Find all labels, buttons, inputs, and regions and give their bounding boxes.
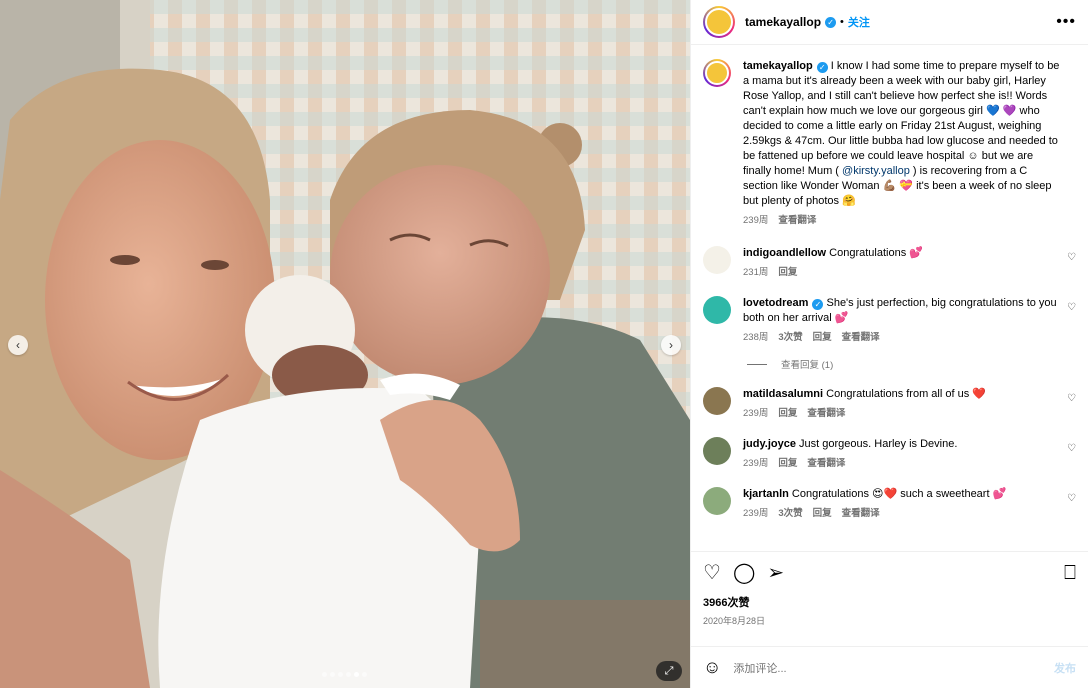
reply-button[interactable]: 回复: [778, 406, 797, 421]
post-photo[interactable]: ‹ › ⤢: [0, 0, 690, 688]
comment-like-icon[interactable]: ♡: [1067, 493, 1076, 504]
caption-username[interactable]: tamekayallop: [743, 60, 813, 72]
caption-time[interactable]: 239周: [743, 213, 768, 228]
carousel-dot: [362, 672, 367, 677]
translate-button[interactable]: 查看翻译: [807, 406, 845, 421]
comment-time[interactable]: 231周: [743, 265, 768, 280]
emoji-icon[interactable]: ☺: [703, 657, 721, 678]
carousel-dot: [338, 672, 343, 677]
comment-input[interactable]: 添加评论...: [733, 660, 786, 676]
comment-item: matildasalumni Congratulations from all …: [703, 387, 1076, 421]
carousel-dot: [330, 672, 335, 677]
tag-icon[interactable]: ⤢: [656, 661, 682, 681]
comment-item: kjartanln Congratulations 😍❤️ such a swe…: [703, 487, 1076, 521]
comment-like-icon[interactable]: ♡: [1067, 393, 1076, 404]
carousel-dot: [346, 672, 351, 677]
bookmark-icon[interactable]: ⎕: [1064, 563, 1076, 583]
view-replies-label: 查看回复 (1): [781, 360, 834, 371]
verified-badge-icon: ✓: [825, 16, 837, 28]
caption-text: I know I had some time to prepare myself…: [743, 60, 1060, 177]
caption-translate[interactable]: 查看翻译: [778, 213, 816, 228]
commenter-username[interactable]: indigoandlellow: [743, 247, 826, 259]
comment-like-icon[interactable]: ♡: [1067, 443, 1076, 454]
translate-button[interactable]: 查看翻译: [842, 330, 880, 345]
comment-icon[interactable]: ◯: [733, 563, 755, 583]
carousel-dot: [322, 672, 327, 677]
comment-text: Congratulations 😍❤️ such a sweetheart 💕: [791, 488, 1007, 500]
chevron-right-icon[interactable]: ›: [661, 335, 681, 355]
reply-button[interactable]: 回复: [813, 330, 832, 345]
commenter-avatar[interactable]: [703, 296, 731, 324]
commenter-username[interactable]: kjartanln: [743, 488, 789, 500]
heart-icon[interactable]: ♡: [703, 563, 721, 583]
reply-button[interactable]: 回复: [778, 265, 797, 280]
caption-avatar[interactable]: [703, 59, 731, 87]
comments-list[interactable]: tamekayallop ✓ I know I had some time to …: [691, 45, 1088, 551]
comment-time[interactable]: 238周: [743, 330, 768, 345]
commenter-avatar[interactable]: [703, 387, 731, 415]
comment-item: indigoandlellow Congratulations 💕 231周 回复 ♡: [703, 246, 1076, 280]
caption-mention[interactable]: @kirsty.yallop: [842, 165, 910, 177]
author-avatar[interactable]: [703, 6, 735, 38]
comment-likes[interactable]: 3次赞: [778, 506, 802, 521]
commenter-username[interactable]: matildasalumni: [743, 388, 823, 400]
carousel-dot: [354, 672, 359, 677]
comment-like-icon[interactable]: ♡: [1067, 302, 1076, 313]
author-username[interactable]: tamekayallop: [745, 15, 821, 29]
view-replies-button[interactable]: 查看回复 (1): [747, 357, 1076, 371]
likes-count[interactable]: 3966次赞: [703, 594, 1076, 610]
post-header: tamekayallop ✓ • 关注 •••: [691, 0, 1088, 45]
chevron-left-icon[interactable]: ‹: [8, 335, 28, 355]
share-icon[interactable]: ➢: [767, 563, 784, 583]
carousel-dots: [322, 672, 367, 677]
comment-item: judy.joyce Just gorgeous. Harley is Devi…: [703, 437, 1076, 471]
translate-button[interactable]: 查看翻译: [842, 506, 880, 521]
separator: •: [840, 16, 844, 28]
add-comment-bar: ☺ 添加评论... 发布: [691, 646, 1088, 688]
comment-like-icon[interactable]: ♡: [1067, 252, 1076, 263]
comment-item: lovetodream ✓ She's just perfection, big …: [703, 296, 1076, 345]
commenter-username[interactable]: lovetodream: [743, 297, 808, 309]
comment-time[interactable]: 239周: [743, 506, 768, 521]
comment-text: Congratulations 💕: [829, 247, 923, 259]
more-options-icon[interactable]: •••: [1056, 13, 1076, 31]
commenter-avatar[interactable]: [703, 487, 731, 515]
post-date: 2020年8月28日: [703, 616, 766, 626]
commenter-avatar[interactable]: [703, 246, 731, 274]
post-comment-button[interactable]: 发布: [1054, 660, 1076, 676]
post-sidebar: tamekayallop ✓ • 关注 ••• tamekayallop ✓ I …: [690, 0, 1088, 688]
commenter-avatar[interactable]: [703, 437, 731, 465]
photo-scene: [0, 0, 690, 688]
reply-button[interactable]: 回复: [778, 456, 797, 471]
comment-text: Just gorgeous. Harley is Devine.: [799, 438, 958, 450]
comment-text: Congratulations from all of us ❤️: [826, 388, 986, 400]
verified-badge-icon: ✓: [816, 62, 828, 73]
comment-likes[interactable]: 3次赞: [778, 330, 802, 345]
follow-button[interactable]: 关注: [848, 14, 870, 30]
replies-line: [747, 363, 767, 365]
comment-time[interactable]: 239周: [743, 456, 768, 471]
reply-button[interactable]: 回复: [813, 506, 832, 521]
verified-badge-icon: ✓: [812, 299, 824, 310]
post-actions: ♡ ◯ ➢ ⎕ 3966次赞 2020年8月28日: [691, 551, 1088, 646]
post-caption: tamekayallop ✓ I know I had some time to …: [703, 59, 1076, 228]
comment-time[interactable]: 239周: [743, 406, 768, 421]
translate-button[interactable]: 查看翻译: [807, 456, 845, 471]
commenter-username[interactable]: judy.joyce: [743, 438, 796, 450]
